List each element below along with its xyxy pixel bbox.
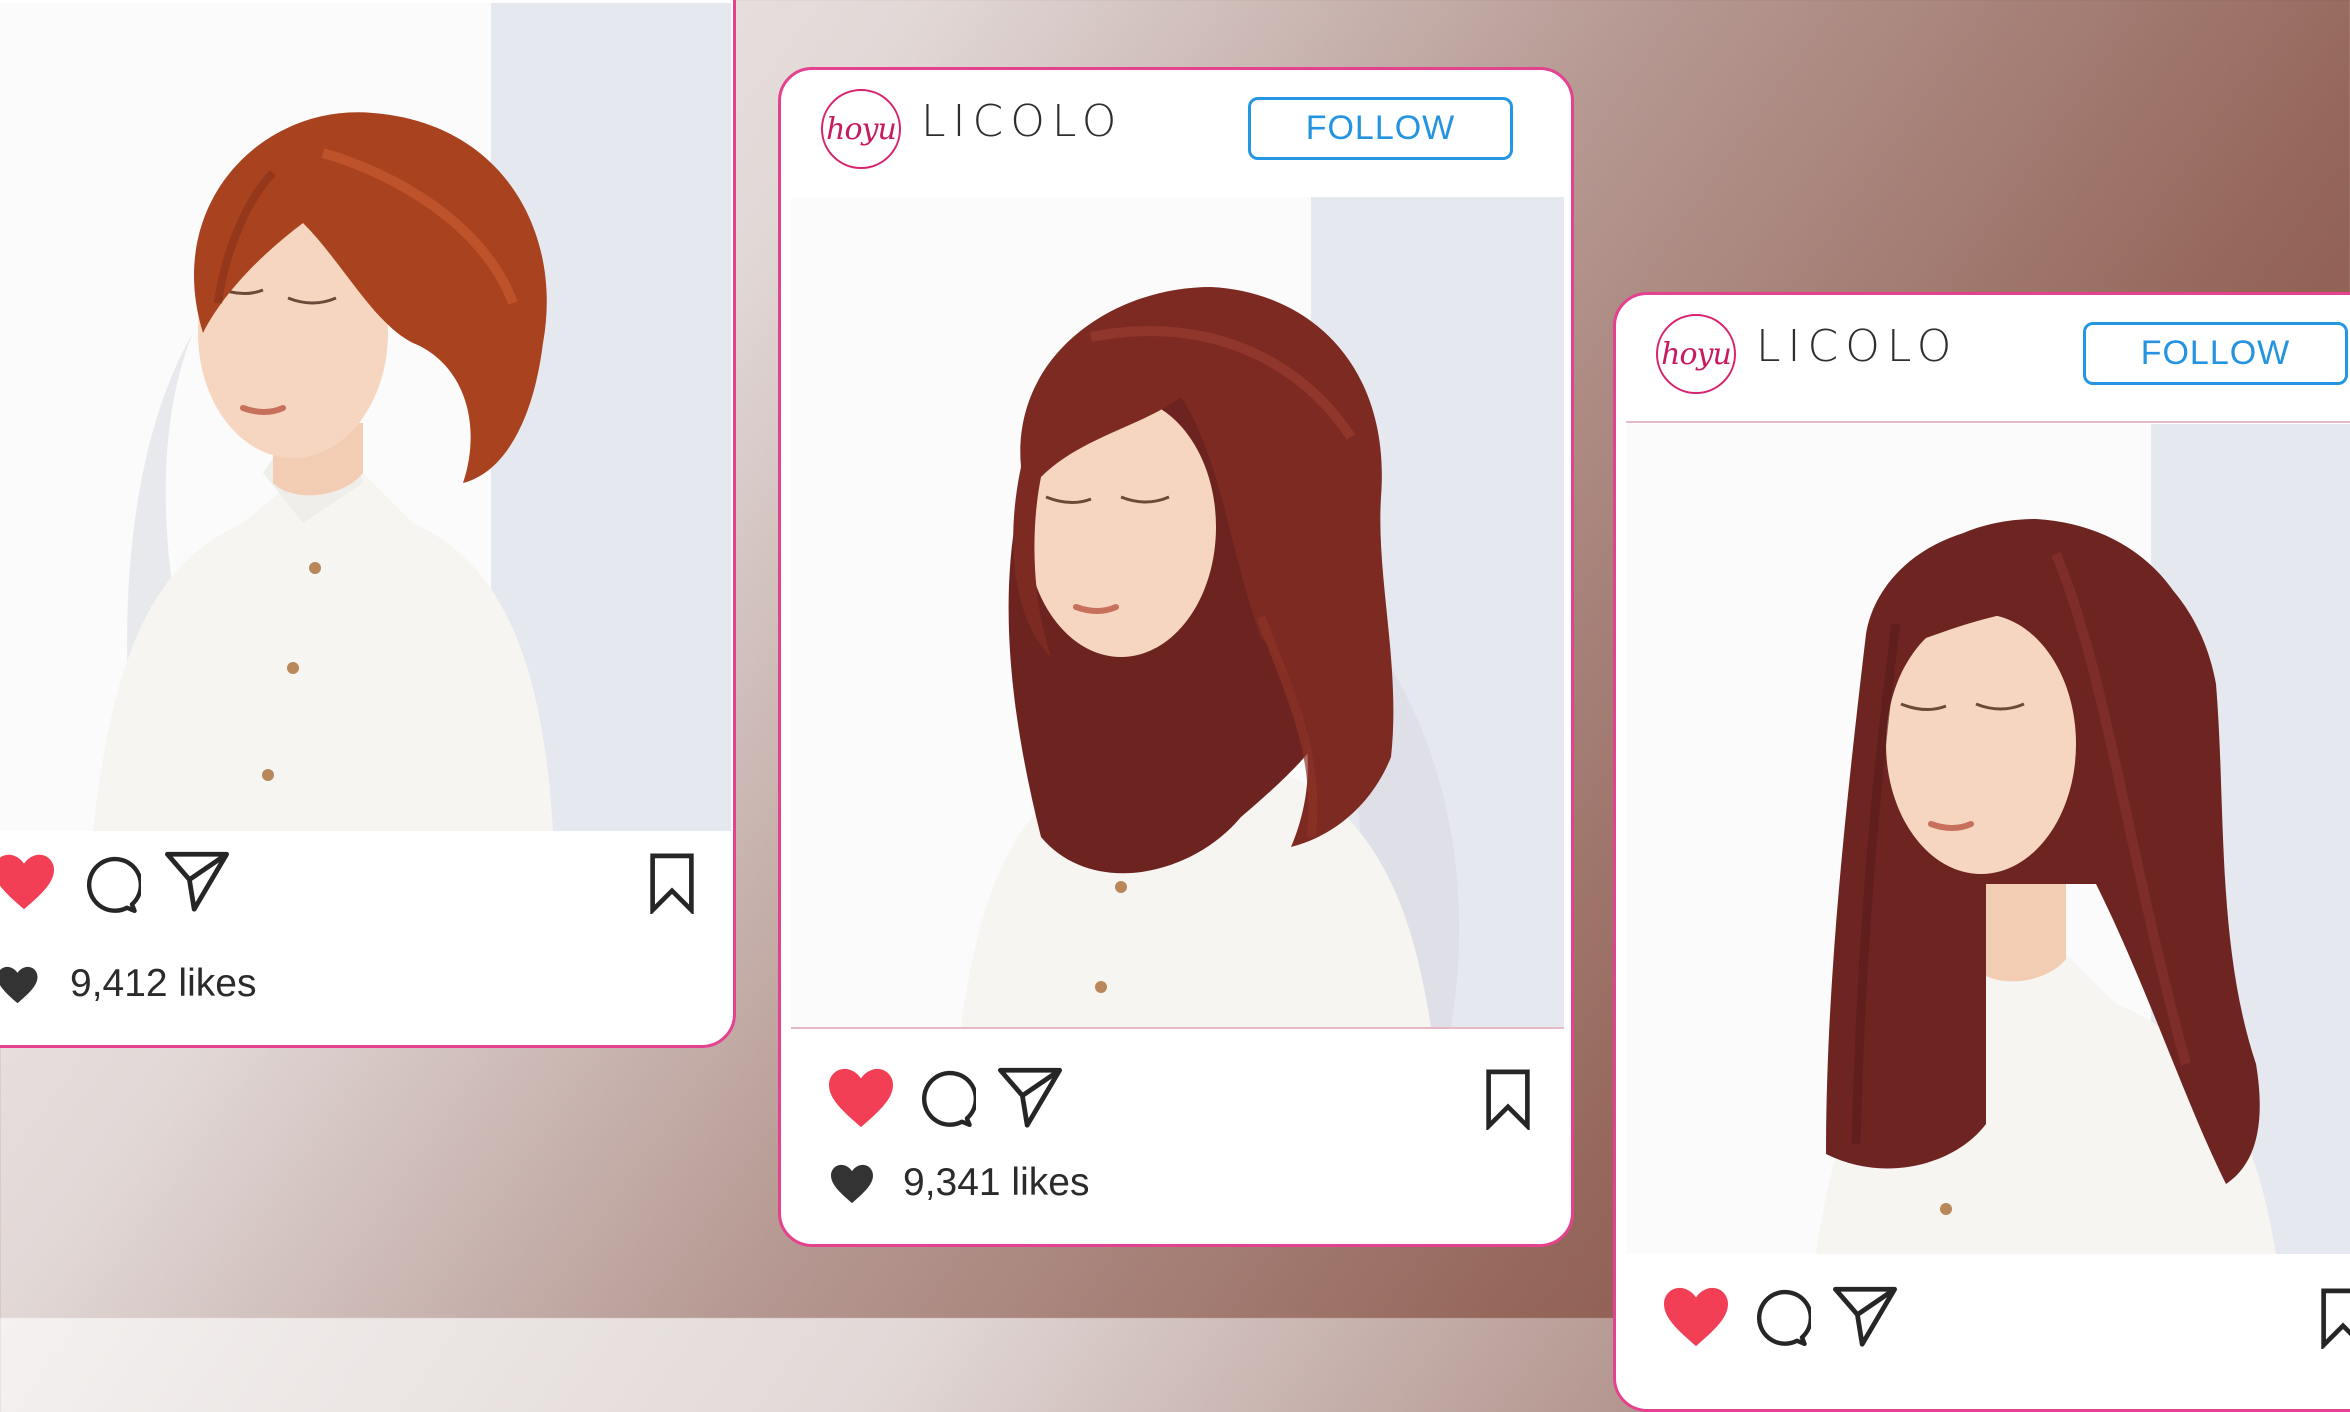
header-divider — [1626, 421, 2350, 423]
post-actions — [1616, 1285, 2350, 1365]
brand-logo[interactable]: hoyu — [821, 89, 901, 169]
likes-count: 9,412 likes — [70, 962, 257, 1005]
model-photo — [1626, 424, 2350, 1254]
heart-icon[interactable] — [0, 852, 57, 912]
send-icon[interactable] — [1831, 1285, 1899, 1347]
logo-text: hoyu — [1661, 336, 1732, 372]
post-photo[interactable] — [1626, 424, 2350, 1254]
bookmark-icon[interactable] — [1483, 1068, 1533, 1130]
heart-icon[interactable] — [826, 1066, 896, 1130]
post-actions — [0, 848, 733, 928]
post-photo[interactable] — [0, 3, 731, 831]
post-card: 9,412 likes — [0, 0, 736, 1048]
model-photo — [0, 3, 731, 831]
model-photo — [791, 197, 1564, 1027]
brand-logo[interactable]: hoyu — [1656, 314, 1736, 394]
likes-heart-icon — [0, 966, 38, 1004]
photo-divider — [791, 1027, 1564, 1029]
likes-count: 9,341 likes — [903, 1161, 1090, 1204]
follow-button[interactable]: FOLLOW — [2083, 322, 2348, 385]
send-icon[interactable] — [996, 1066, 1064, 1128]
post-photo[interactable] — [791, 197, 1564, 1027]
heart-icon[interactable] — [1661, 1285, 1731, 1349]
post-actions — [781, 1066, 1571, 1146]
bookmark-icon[interactable] — [2318, 1287, 2350, 1349]
comment-icon[interactable] — [79, 854, 141, 916]
comment-icon[interactable] — [1749, 1287, 1811, 1349]
account-name[interactable]: LICOLO — [1756, 321, 1958, 372]
send-icon[interactable] — [163, 850, 231, 912]
account-name[interactable]: LICOLO — [921, 96, 1123, 147]
comment-icon[interactable] — [914, 1068, 976, 1130]
post-card: hoyu LICOLO FOLLOW — [778, 67, 1574, 1247]
post-header: hoyu LICOLO FOLLOW — [1616, 295, 2350, 420]
post-card: hoyu LICOLO FOLLOW — [1613, 292, 2350, 1412]
bookmark-icon[interactable] — [647, 852, 697, 914]
post-header: hoyu LICOLO FOLLOW — [781, 70, 1571, 195]
follow-button[interactable]: FOLLOW — [1248, 97, 1513, 160]
logo-text: hoyu — [826, 111, 897, 147]
likes-heart-icon — [831, 1164, 873, 1204]
